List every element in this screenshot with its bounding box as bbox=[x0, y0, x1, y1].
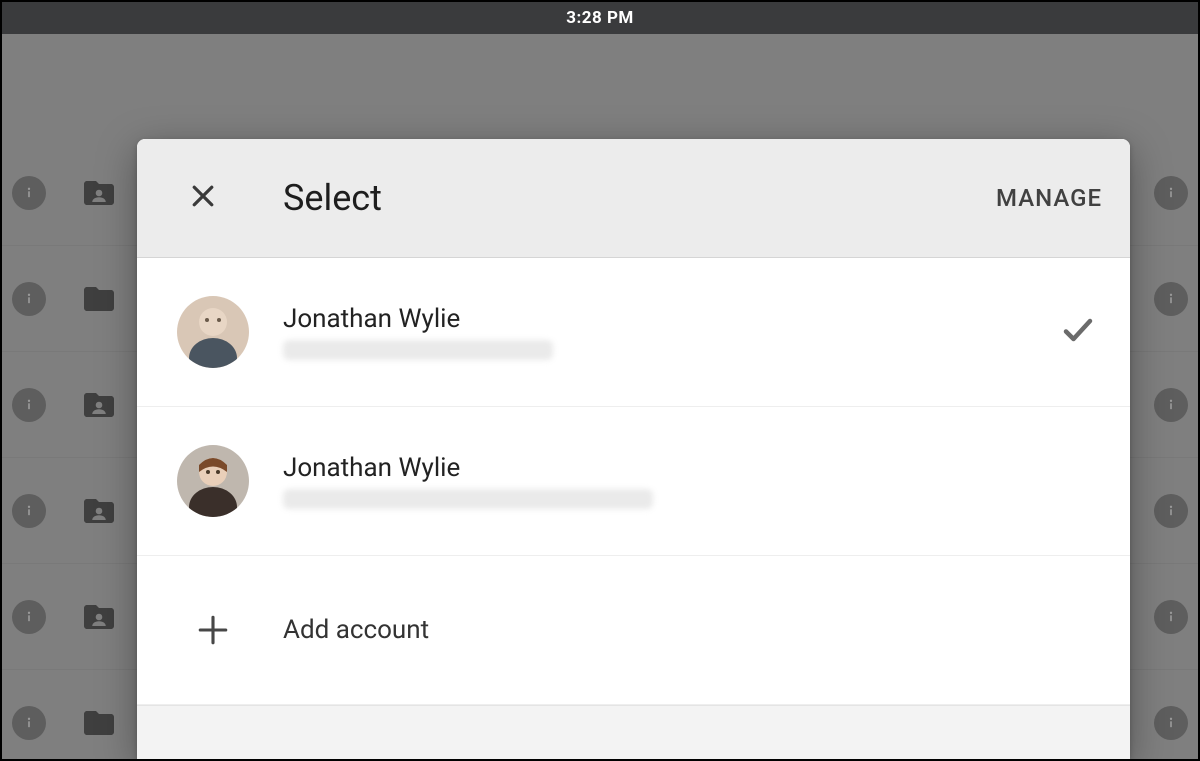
account-text: Jonathan Wylie bbox=[283, 453, 653, 509]
shared-folder-icon bbox=[76, 175, 122, 211]
info-icon bbox=[12, 176, 46, 210]
info-icon bbox=[1154, 388, 1188, 422]
account-picker-dialog: Select MANAGE Jonathan Wylie Jonathan Wy… bbox=[137, 139, 1130, 759]
info-icon bbox=[12, 494, 46, 528]
info-icon bbox=[12, 282, 46, 316]
close-icon bbox=[188, 181, 218, 215]
dialog-footer bbox=[137, 705, 1130, 759]
close-button[interactable] bbox=[181, 176, 225, 220]
folder-icon bbox=[76, 281, 122, 317]
account-email-redacted bbox=[283, 340, 553, 360]
account-name: Jonathan Wylie bbox=[283, 453, 653, 483]
device-frame: 3:28 PM bbox=[0, 0, 1200, 761]
status-time: 3:28 PM bbox=[566, 8, 634, 28]
account-text: Jonathan Wylie bbox=[283, 304, 553, 360]
account-email-redacted bbox=[283, 489, 653, 509]
shared-folder-icon bbox=[76, 493, 122, 529]
info-icon bbox=[1154, 600, 1188, 634]
manage-button[interactable]: MANAGE bbox=[996, 184, 1102, 212]
info-icon bbox=[12, 600, 46, 634]
info-icon bbox=[12, 706, 46, 740]
dialog-title: Select bbox=[283, 177, 382, 219]
info-icon bbox=[1154, 494, 1188, 528]
info-icon bbox=[1154, 282, 1188, 316]
info-icon bbox=[12, 388, 46, 422]
avatar bbox=[177, 445, 249, 517]
account-row-0[interactable]: Jonathan Wylie bbox=[137, 258, 1130, 407]
check-icon bbox=[1060, 312, 1096, 352]
shared-folder-icon bbox=[76, 387, 122, 423]
account-name: Jonathan Wylie bbox=[283, 304, 553, 334]
info-icon bbox=[1154, 176, 1188, 210]
account-row-1[interactable]: Jonathan Wylie bbox=[137, 407, 1130, 556]
folder-icon bbox=[76, 705, 122, 741]
add-account-label: Add account bbox=[283, 615, 429, 645]
plus-icon bbox=[177, 613, 249, 647]
dialog-header: Select MANAGE bbox=[137, 139, 1130, 258]
add-account-row[interactable]: Add account bbox=[137, 556, 1130, 705]
info-icon bbox=[1154, 706, 1188, 740]
status-bar: 3:28 PM bbox=[2, 2, 1198, 34]
shared-folder-icon bbox=[76, 599, 122, 635]
avatar bbox=[177, 296, 249, 368]
